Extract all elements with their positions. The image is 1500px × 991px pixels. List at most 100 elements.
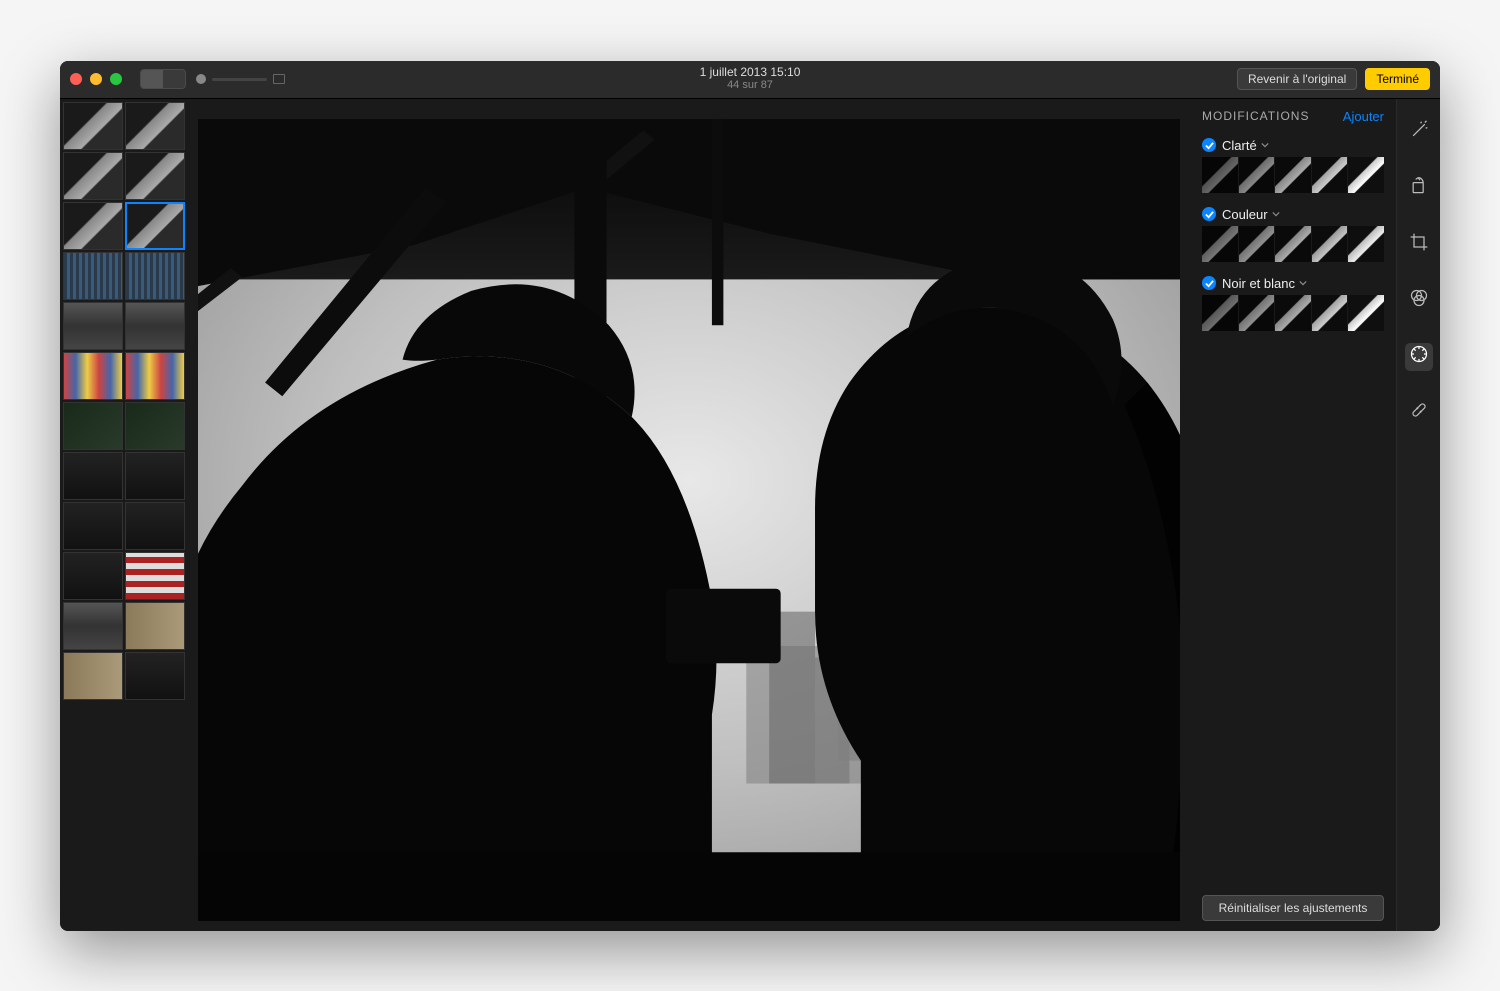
chevron-down-icon <box>1261 141 1269 149</box>
filters-tool[interactable] <box>1405 287 1433 315</box>
right-panel: MODIFICATIONS Ajouter Clarté <box>1190 99 1440 931</box>
photo-canvas[interactable] <box>198 119 1180 921</box>
thumbnail-filmstrip[interactable] <box>60 99 188 931</box>
zoom-slider[interactable] <box>196 74 285 84</box>
main-viewer <box>188 99 1190 931</box>
preset-thumb[interactable] <box>1348 295 1384 331</box>
preset-strip[interactable] <box>1202 226 1384 262</box>
preset-thumb[interactable] <box>1275 157 1312 193</box>
thumbnail[interactable] <box>125 652 185 700</box>
thumbnail[interactable] <box>125 152 185 200</box>
adjustment-color[interactable]: Couleur <box>1202 207 1384 262</box>
crop-icon <box>1409 232 1429 257</box>
adjustment-label: Noir et blanc <box>1222 276 1295 291</box>
thumbnail[interactable] <box>63 502 123 550</box>
preset-thumb[interactable] <box>1239 226 1276 262</box>
zoom-track[interactable] <box>212 78 267 81</box>
add-adjustment-button[interactable]: Ajouter <box>1343 109 1384 124</box>
magic-wand-tool[interactable] <box>1405 119 1433 147</box>
thumbnail[interactable] <box>125 302 185 350</box>
thumbnail[interactable] <box>125 402 185 450</box>
app-window: 1 juillet 2013 15:10 44 sur 87 Revenir à… <box>60 61 1440 931</box>
adjustment-clarity[interactable]: Clarté <box>1202 138 1384 193</box>
thumbnail[interactable] <box>125 602 185 650</box>
preset-thumb[interactable] <box>1202 295 1239 331</box>
adjust-tool[interactable] <box>1405 343 1433 371</box>
chevron-down-icon <box>1272 210 1280 218</box>
minimize-window-button[interactable] <box>90 73 102 85</box>
preset-thumb[interactable] <box>1312 157 1349 193</box>
grid-view-button[interactable] <box>163 70 185 88</box>
checkmark-icon[interactable] <box>1202 207 1216 221</box>
adjustment-label-row[interactable]: Couleur <box>1202 207 1384 222</box>
thumbnail[interactable] <box>63 152 123 200</box>
zoom-knob[interactable] <box>196 74 206 84</box>
adjustments-panel: MODIFICATIONS Ajouter Clarté <box>1190 99 1396 931</box>
adjustment-label-row[interactable]: Noir et blanc <box>1202 276 1384 291</box>
rotate-tool[interactable] <box>1405 175 1433 203</box>
titlebar: 1 juillet 2013 15:10 44 sur 87 Revenir à… <box>60 61 1440 99</box>
rotate-icon <box>1409 176 1429 201</box>
thumbnail[interactable] <box>63 202 123 250</box>
thumbnail[interactable] <box>63 402 123 450</box>
preset-thumb[interactable] <box>1202 157 1239 193</box>
preset-thumb[interactable] <box>1202 226 1239 262</box>
photo-date-title: 1 juillet 2013 15:10 <box>700 65 801 79</box>
thumbnail[interactable] <box>63 602 123 650</box>
thumbnail[interactable] <box>63 302 123 350</box>
title-center: 1 juillet 2013 15:10 44 sur 87 <box>700 65 801 93</box>
toolbar-right: Revenir à l'original Terminé <box>1237 68 1430 90</box>
thumbnail[interactable] <box>63 452 123 500</box>
preset-thumb[interactable] <box>1348 157 1384 193</box>
preset-thumb[interactable] <box>1312 295 1349 331</box>
thumbnail[interactable] <box>125 252 185 300</box>
thumbnail[interactable] <box>125 352 185 400</box>
close-window-button[interactable] <box>70 73 82 85</box>
thumbnail[interactable] <box>63 652 123 700</box>
checkmark-icon[interactable] <box>1202 276 1216 290</box>
adjustment-bw[interactable]: Noir et blanc <box>1202 276 1384 331</box>
sidebar-toggle-button[interactable] <box>141 70 163 88</box>
crop-tool[interactable] <box>1405 231 1433 259</box>
revert-to-original-button[interactable]: Revenir à l'original <box>1237 68 1357 90</box>
adjust-icon <box>1409 344 1429 369</box>
panel-title: MODIFICATIONS <box>1202 109 1309 123</box>
preset-strip[interactable] <box>1202 157 1384 193</box>
body: MODIFICATIONS Ajouter Clarté <box>60 99 1440 931</box>
window-controls <box>70 73 122 85</box>
thumbnail[interactable] <box>63 552 123 600</box>
bandage-icon <box>1409 400 1429 425</box>
reset-adjustments-button[interactable]: Réinitialiser les ajustements <box>1202 895 1384 921</box>
thumbnail[interactable] <box>125 452 185 500</box>
preset-thumb[interactable] <box>1239 157 1276 193</box>
photo-position-subtitle: 44 sur 87 <box>700 80 801 93</box>
toolbar-left <box>140 69 285 89</box>
thumbnail[interactable] <box>63 352 123 400</box>
thumbnail-selected[interactable] <box>125 202 185 250</box>
chevron-down-icon <box>1299 279 1307 287</box>
adjustment-label-row[interactable]: Clarté <box>1202 138 1384 153</box>
thumbnail[interactable] <box>63 102 123 150</box>
done-button[interactable]: Terminé <box>1365 68 1430 90</box>
thumbnail[interactable] <box>125 552 185 600</box>
filters-icon <box>1409 288 1429 313</box>
preset-thumb[interactable] <box>1312 226 1349 262</box>
preset-strip[interactable] <box>1202 295 1384 331</box>
preset-thumb[interactable] <box>1275 295 1312 331</box>
adjustment-label: Clarté <box>1222 138 1257 153</box>
thumbnail[interactable] <box>125 102 185 150</box>
zoom-end-icon <box>273 74 285 84</box>
adjustments-header: MODIFICATIONS Ajouter <box>1202 109 1384 124</box>
adjustment-label: Couleur <box>1222 207 1268 222</box>
magic-wand-icon <box>1409 120 1429 145</box>
thumbnail[interactable] <box>125 502 185 550</box>
checkmark-icon[interactable] <box>1202 138 1216 152</box>
preset-thumb[interactable] <box>1348 226 1384 262</box>
preset-thumb[interactable] <box>1239 295 1276 331</box>
view-mode-segment[interactable] <box>140 69 186 89</box>
edit-tools-strip <box>1396 99 1440 931</box>
fullscreen-window-button[interactable] <box>110 73 122 85</box>
thumbnail[interactable] <box>63 252 123 300</box>
retouch-tool[interactable] <box>1405 399 1433 427</box>
preset-thumb[interactable] <box>1275 226 1312 262</box>
